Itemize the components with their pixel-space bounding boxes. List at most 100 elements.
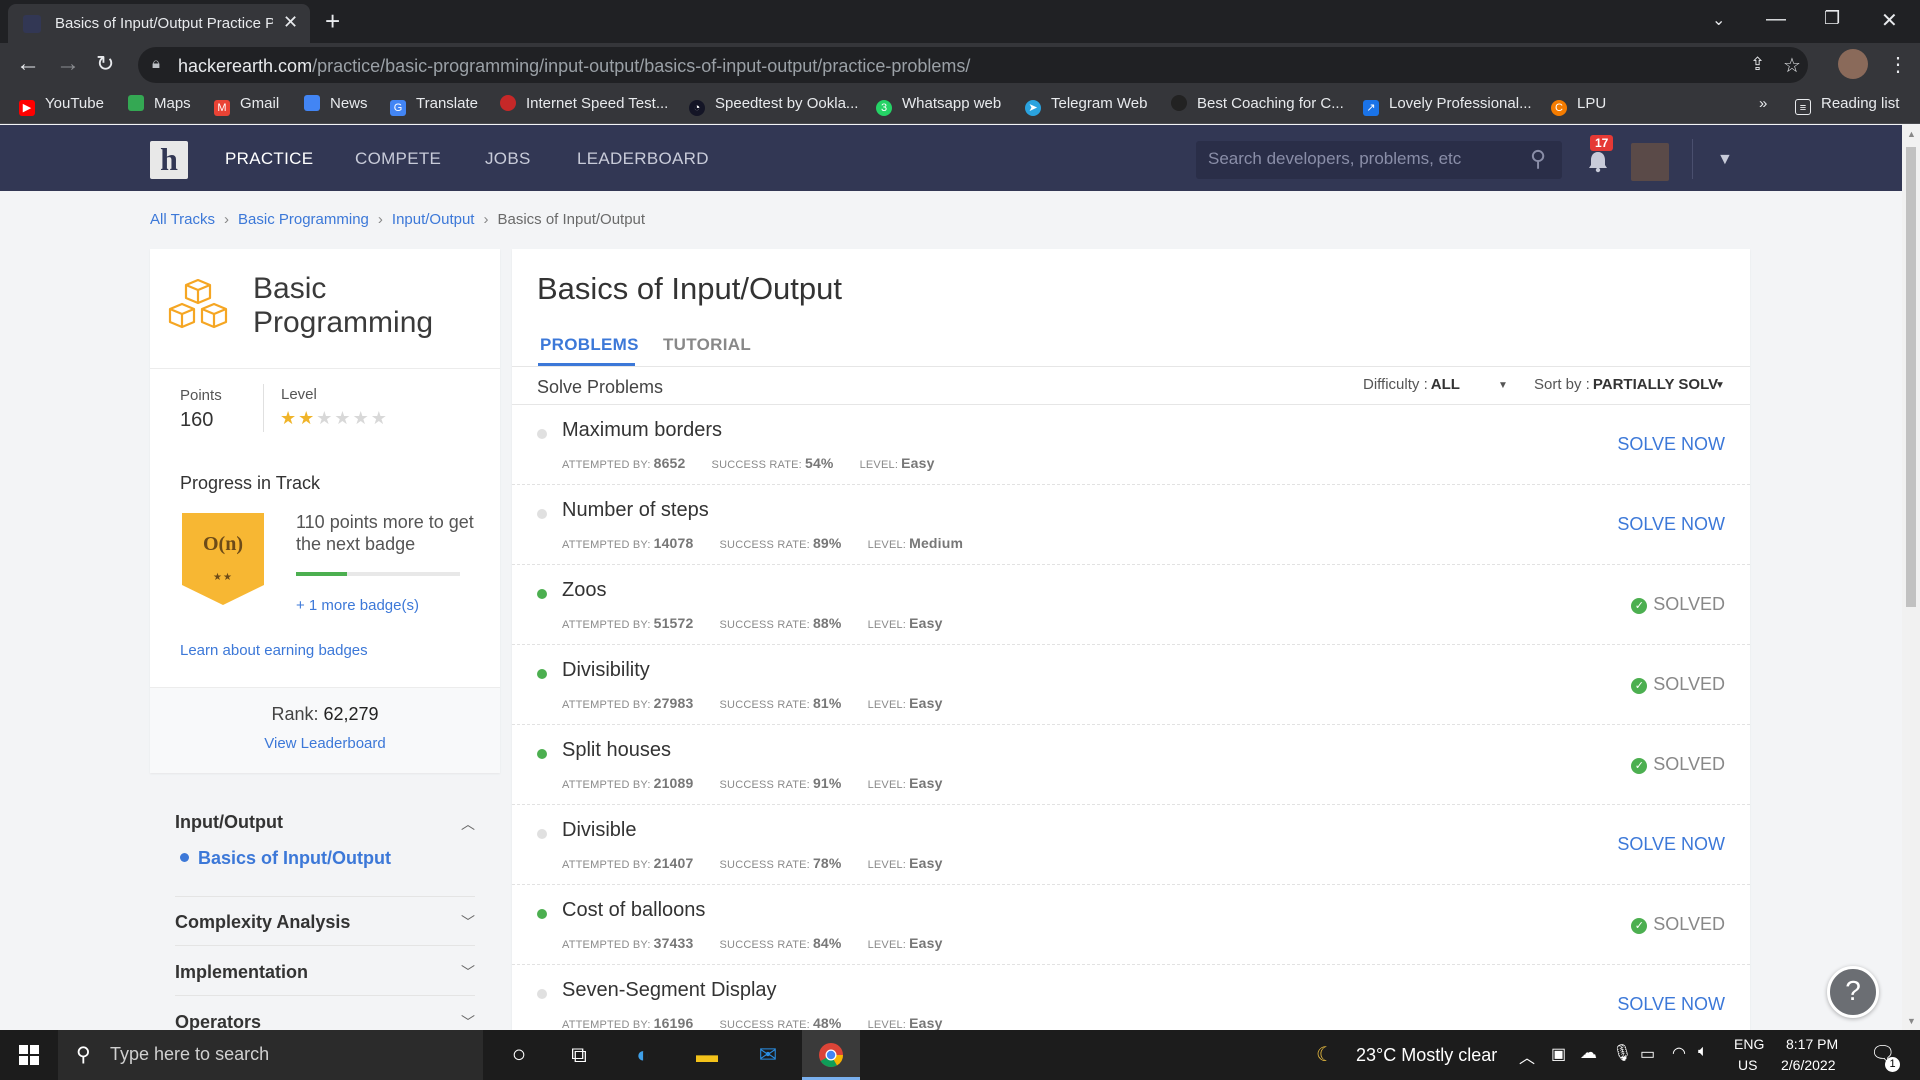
edge-icon[interactable]: ◐ [626,1040,660,1070]
restore-button[interactable]: ❐ [1824,8,1840,29]
more-badges-link[interactable]: + 1 more badge(s) [296,597,419,614]
notification-bell-icon[interactable] [1587,149,1609,173]
wifi-icon[interactable]: ◠ [1672,1043,1686,1063]
nav-practice[interactable]: PRACTICE [225,149,313,169]
chrome-taskbar-button[interactable] [802,1030,860,1080]
chrome-profile-avatar[interactable] [1838,49,1868,79]
sort-caret-icon[interactable]: ▼ [1715,380,1725,391]
learn-badges-link[interactable]: Learn about earning badges [180,642,368,659]
tab-tutorial[interactable]: TUTORIAL [663,335,751,355]
topic-complexity-analysis[interactable]: Complexity Analysis [175,912,350,933]
scroll-up-arrow-icon[interactable]: ▲ [1907,129,1916,139]
close-window-button[interactable]: ✕ [1881,8,1898,33]
tab-search-chevron-icon[interactable]: ⌄ [1712,10,1725,30]
bookmark-news[interactable]: News [304,95,368,112]
bookmark-internet-speed-test[interactable]: Internet Speed Test... [500,95,668,112]
difficulty-caret-icon[interactable]: ▼ [1498,380,1508,391]
task-view-icon[interactable]: ⧉ [562,1040,596,1070]
file-explorer-icon[interactable]: ▬ [690,1040,724,1070]
solve-now-button[interactable]: SOLVE NOW [1617,514,1725,535]
bookmark-telegram[interactable]: ➤ Telegram Web [1025,95,1147,116]
sort-by-select[interactable]: Sort by :PARTIALLY SOLVED [1534,376,1719,393]
reload-button[interactable]: ↻ [96,51,114,77]
cortana-icon[interactable]: ○ [502,1040,536,1070]
new-tab-button[interactable]: + [325,6,340,37]
taskbar-search-input[interactable] [110,1044,470,1065]
problem-name[interactable]: Zoos [562,579,606,602]
address-bar[interactable]: 🔒︎ hackerearth.com/practice/basic-progra… [138,47,1808,83]
microphone-icon[interactable]: 🎙︎ [1612,1043,1632,1063]
bookmark-coaching[interactable]: Best Coaching for C... [1171,95,1344,112]
site-search-input[interactable] [1208,149,1518,169]
problem-row[interactable]: Zoos ATTEMPTED BY: 51572 SUCCESS RATE: 88% LE… [512,565,1750,645]
problem-name[interactable]: Cost of balloons [562,899,705,922]
onedrive-cloud-icon[interactable]: ☁ [1580,1043,1597,1063]
browser-tab[interactable]: Basics of Input/Output Practice P ✕ [8,4,310,43]
problem-row[interactable]: Cost of balloons ATTEMPTED BY: 37433 SUCCES… [512,885,1750,965]
breadcrumb-all-tracks[interactable]: All Tracks [150,211,215,228]
minimize-button[interactable]: — [1766,8,1786,31]
back-button[interactable]: ← [16,50,40,78]
tab-close-icon[interactable]: ✕ [283,12,298,33]
share-icon[interactable]: ⇪ [1750,54,1765,75]
scrollbar-thumb[interactable] [1906,147,1916,607]
weather-text[interactable]: 23°C Mostly clear [1356,1045,1497,1066]
bookmark-whatsapp[interactable]: 3 Whatsapp web [876,95,1001,116]
forward-button[interactable]: → [56,50,80,78]
bookmark-star-icon[interactable]: ☆ [1783,53,1801,78]
problem-name[interactable]: Divisibility [562,659,650,682]
bookmark-translate[interactable]: G Translate [390,95,478,116]
problem-name[interactable]: Split houses [562,739,671,762]
problem-name[interactable]: Seven-Segment Display [562,979,777,1002]
language-top[interactable]: ENG [1734,1036,1764,1052]
bookmark-speedtest-ookla[interactable]: ◔ Speedtest by Ookla... [689,95,858,116]
topic-implementation[interactable]: Implementation [175,962,308,983]
problem-name[interactable]: Maximum borders [562,419,722,442]
chevron-down-icon[interactable]: ﹀ [461,1012,475,1032]
mail-icon[interactable]: ✉ [751,1040,785,1070]
search-icon[interactable]: ⚲ [1530,146,1546,172]
bookmarks-overflow-chevron[interactable]: » [1759,95,1767,112]
clock-date[interactable]: 2/6/2022 [1781,1057,1836,1073]
bookmark-youtube[interactable]: ▶ YouTube [19,95,104,116]
nav-leaderboard[interactable]: LEADERBOARD [577,149,709,169]
problem-row[interactable]: Maximum borders ATTEMPTED BY: 8652 SUCCESS … [512,405,1750,485]
volume-icon[interactable]: 🔈︎ [1698,1043,1708,1061]
difficulty-filter[interactable]: Difficulty : ALL [1363,376,1460,393]
language-bottom[interactable]: US [1738,1057,1757,1073]
problem-row[interactable]: Split houses ATTEMPTED BY: 21089 SUCCESS RA… [512,725,1750,805]
nav-compete[interactable]: COMPETE [355,149,441,169]
problem-row[interactable]: Seven-Segment Display ATTEMPTED BY: 16196 S… [512,965,1750,1030]
chevron-up-icon[interactable]: ︿ [461,814,475,834]
topic-input-output[interactable]: Input/Output [175,812,283,833]
problem-name[interactable]: Divisible [562,819,636,842]
solve-now-button[interactable]: SOLVE NOW [1617,434,1725,455]
chrome-menu-icon[interactable]: ⋮ [1888,52,1908,77]
nav-jobs[interactable]: JOBS [485,149,531,169]
bookmark-maps[interactable]: Maps [128,95,191,112]
problem-row[interactable]: Number of steps ATTEMPTED BY: 14078 SUCCESS… [512,485,1750,565]
problem-row[interactable]: Divisibility ATTEMPTED BY: 27983 SUCCESS RA… [512,645,1750,725]
problem-name[interactable]: Number of steps [562,499,709,522]
windows-start-icon[interactable] [19,1045,39,1065]
bookmark-gmail[interactable]: M Gmail [214,95,279,116]
tab-problems[interactable]: PROBLEMS [540,335,639,355]
tray-overflow-chevron-icon[interactable]: ︿ [1519,1044,1535,1068]
subtopic-basics-of-input-output[interactable]: Basics of Input/Output [180,848,391,869]
problem-row[interactable]: Divisible ATTEMPTED BY: 21407 SUCCESS RATE:… [512,805,1750,885]
chevron-down-icon[interactable]: ﹀ [461,912,475,932]
scroll-down-arrow-icon[interactable]: ▼ [1907,1016,1916,1026]
view-leaderboard-link[interactable]: View Leaderboard [150,735,500,752]
reading-list-button[interactable]: ≡ Reading list [1795,95,1899,115]
breadcrumb-basic-programming[interactable]: Basic Programming [238,211,369,228]
user-avatar[interactable] [1631,143,1669,181]
bookmark-lpu[interactable]: C LPU [1551,95,1606,116]
battery-icon[interactable]: ▭ [1640,1044,1655,1064]
page-scrollbar[interactable]: ▲ ▼ [1902,125,1920,1030]
solve-now-button[interactable]: SOLVE NOW [1617,834,1725,855]
bookmark-lovely-professional[interactable]: ↗ Lovely Professional... [1363,95,1532,116]
hackerearth-logo[interactable]: h [150,141,188,179]
account-menu-caret-icon[interactable]: ▼ [1717,151,1733,169]
clock-time[interactable]: 8:17 PM [1786,1036,1838,1052]
breadcrumb-input-output[interactable]: Input/Output [392,211,475,228]
